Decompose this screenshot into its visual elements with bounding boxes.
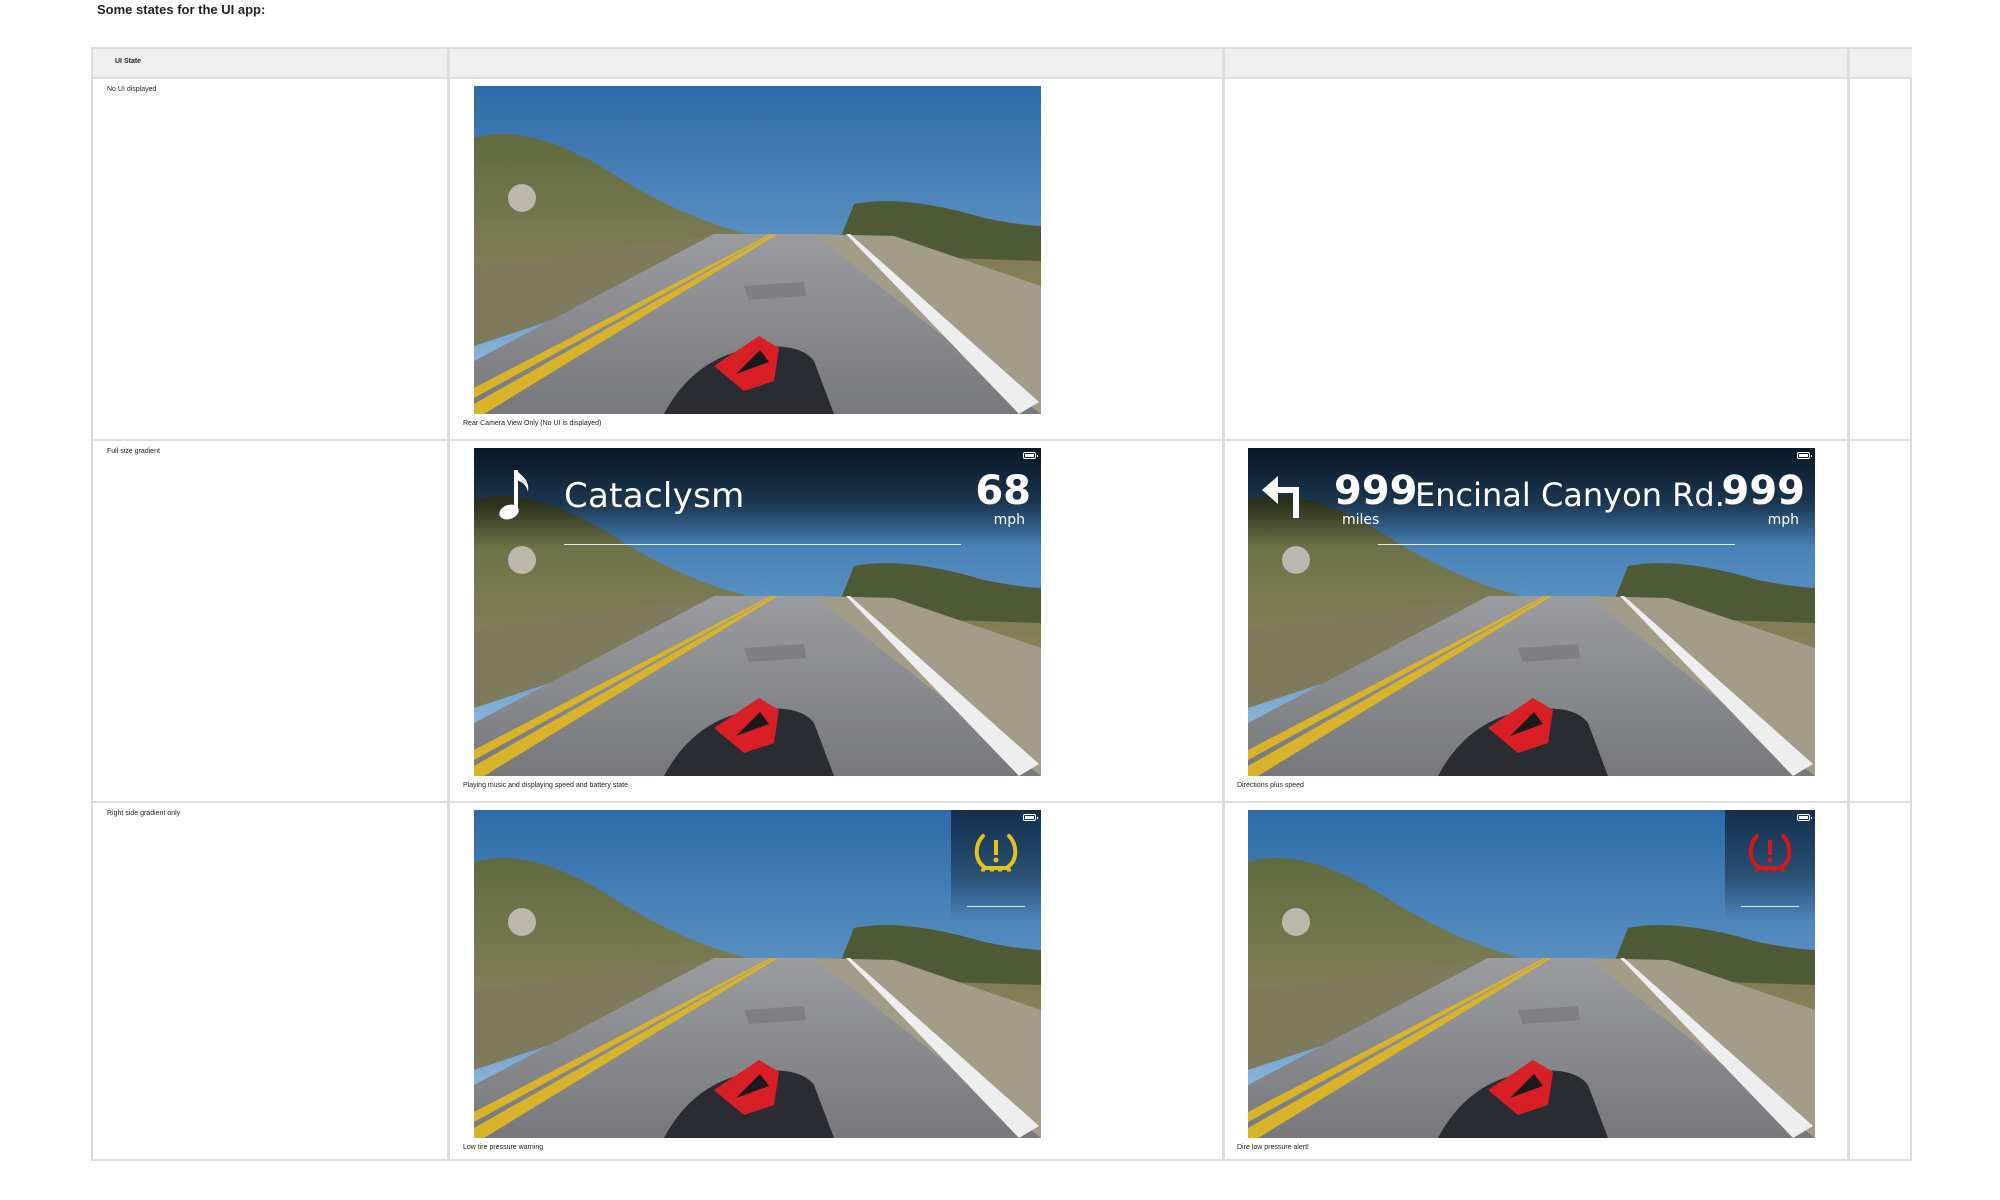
- column-divider: [447, 49, 450, 1159]
- battery-icon: [1023, 814, 1038, 821]
- row-label-full-gradient: Full size gradient: [107, 448, 160, 455]
- header-cell-3: [1225, 49, 1847, 78]
- row-divider: [93, 439, 1910, 441]
- tire-pressure-alert-icon: [1748, 834, 1792, 872]
- full-gradient-overlay: [474, 448, 1041, 548]
- caption: Directions plus speed: [1237, 782, 1304, 789]
- caption: Playing music and displaying speed and b…: [463, 782, 628, 789]
- speed-value: 999: [1721, 468, 1806, 514]
- ui-states-table: UI State No UI displayed Rear Camera Vie…: [91, 47, 1912, 1161]
- turn-left-arrow-icon: [1262, 476, 1299, 518]
- page-heading: Some states for the UI app:: [97, 2, 266, 17]
- hud-divider-line: [1378, 544, 1735, 545]
- row-label-no-ui: No UI displayed: [107, 86, 157, 93]
- tire-pressure-warning-icon: [974, 834, 1018, 872]
- battery-icon: [1797, 452, 1812, 459]
- row-label-right-gradient: Right side gradient only: [107, 810, 181, 817]
- hud-divider-line: [967, 906, 1025, 907]
- distance-value: 999: [1334, 468, 1418, 514]
- song-title: Cataclysm: [564, 476, 745, 516]
- caption: Rear Camera View Only (No UI is displaye…: [463, 420, 602, 427]
- caption: Low tire pressure warning: [463, 1144, 544, 1151]
- music-note-icon: [499, 470, 529, 520]
- header-label-ui-state: UI State: [115, 58, 142, 65]
- column-divider: [1222, 49, 1225, 1159]
- screenshot-directions-speed: 999 miles Encinal Canyon Rd. 999 mph: [1248, 448, 1815, 776]
- road-camera-image: [474, 86, 1041, 414]
- screenshot-low-tire-warning: [474, 810, 1041, 1138]
- speed-unit: mph: [1767, 512, 1799, 528]
- distance-unit: miles: [1342, 512, 1380, 528]
- screenshot-rear-camera-only: [474, 86, 1041, 414]
- hud-divider-line: [564, 544, 961, 545]
- caption: Dire low pressure alert!: [1237, 1144, 1309, 1151]
- street-name: Encinal Canyon Rd.: [1415, 476, 1725, 514]
- row-divider: [93, 77, 1910, 79]
- hud-divider-line: [1741, 906, 1799, 907]
- battery-icon: [1023, 452, 1038, 459]
- header-cell-ui-state: UI State: [93, 49, 447, 78]
- speed-value: 68: [975, 468, 1031, 514]
- header-cell-2: [450, 49, 1222, 78]
- battery-icon: [1797, 814, 1812, 821]
- column-divider: [1847, 49, 1850, 1159]
- screenshot-music-speed: Cataclysm 68 mph: [474, 448, 1041, 776]
- speed-unit: mph: [993, 512, 1025, 528]
- screenshot-dire-pressure-alert: [1248, 810, 1815, 1138]
- row-divider: [93, 801, 1910, 803]
- header-cell-4: [1850, 49, 1912, 78]
